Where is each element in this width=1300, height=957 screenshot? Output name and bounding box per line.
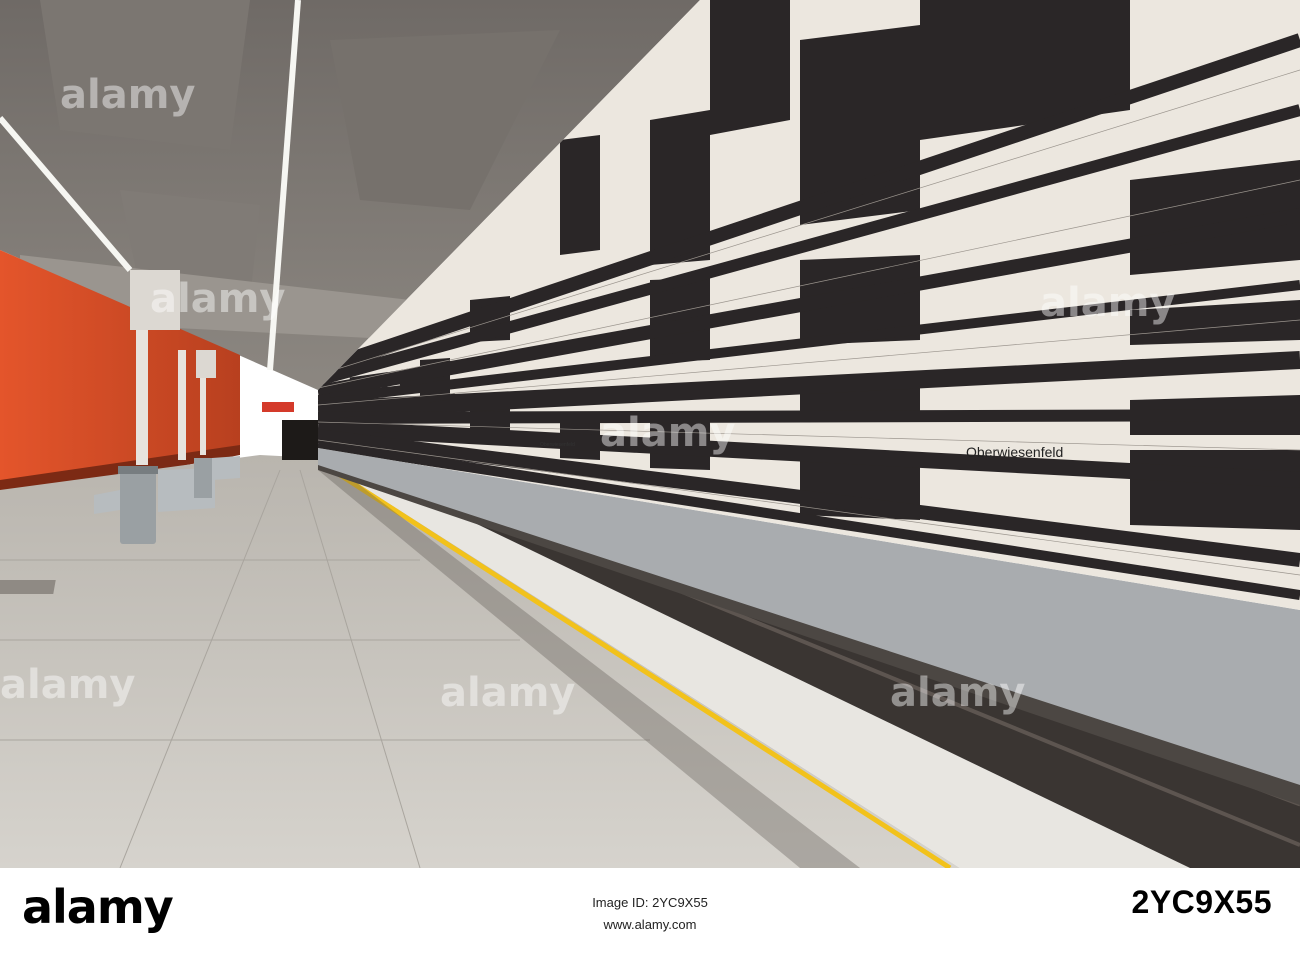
station-sign-box bbox=[196, 350, 216, 378]
station-photo: Oberwiesenfeld Oberwiesenfeld alamy alam… bbox=[0, 0, 1300, 868]
svg-text:alamy: alamy bbox=[150, 276, 285, 322]
column bbox=[178, 350, 186, 460]
trash-bin bbox=[120, 470, 156, 544]
bench bbox=[212, 456, 240, 480]
image-id-label: Image ID: 2YC9X55 bbox=[592, 895, 708, 910]
svg-text:alamy: alamy bbox=[1040, 280, 1175, 326]
station-name-sign-far: Oberwiesenfeld bbox=[540, 442, 575, 448]
image-code: 2YC9X55 bbox=[1131, 884, 1272, 920]
trash-bin bbox=[194, 458, 212, 498]
platform-sign-end bbox=[262, 402, 294, 412]
trash-bin-top bbox=[118, 466, 158, 474]
floor-grate bbox=[0, 580, 56, 594]
svg-text:alamy: alamy bbox=[600, 410, 735, 456]
stock-footer bbox=[0, 868, 1300, 957]
subway-station-scene: Oberwiesenfeld Oberwiesenfeld alamy alam… bbox=[0, 0, 1300, 868]
footer-url: www.alamy.com bbox=[603, 917, 697, 932]
svg-text:alamy: alamy bbox=[890, 670, 1025, 716]
tunnel-opening bbox=[282, 420, 318, 460]
svg-text:alamy: alamy bbox=[440, 670, 575, 716]
svg-text:alamy: alamy bbox=[60, 72, 195, 118]
station-name-sign: Oberwiesenfeld bbox=[966, 444, 1063, 460]
svg-text:alamy: alamy bbox=[0, 662, 135, 708]
column bbox=[200, 365, 206, 455]
column bbox=[136, 330, 148, 465]
